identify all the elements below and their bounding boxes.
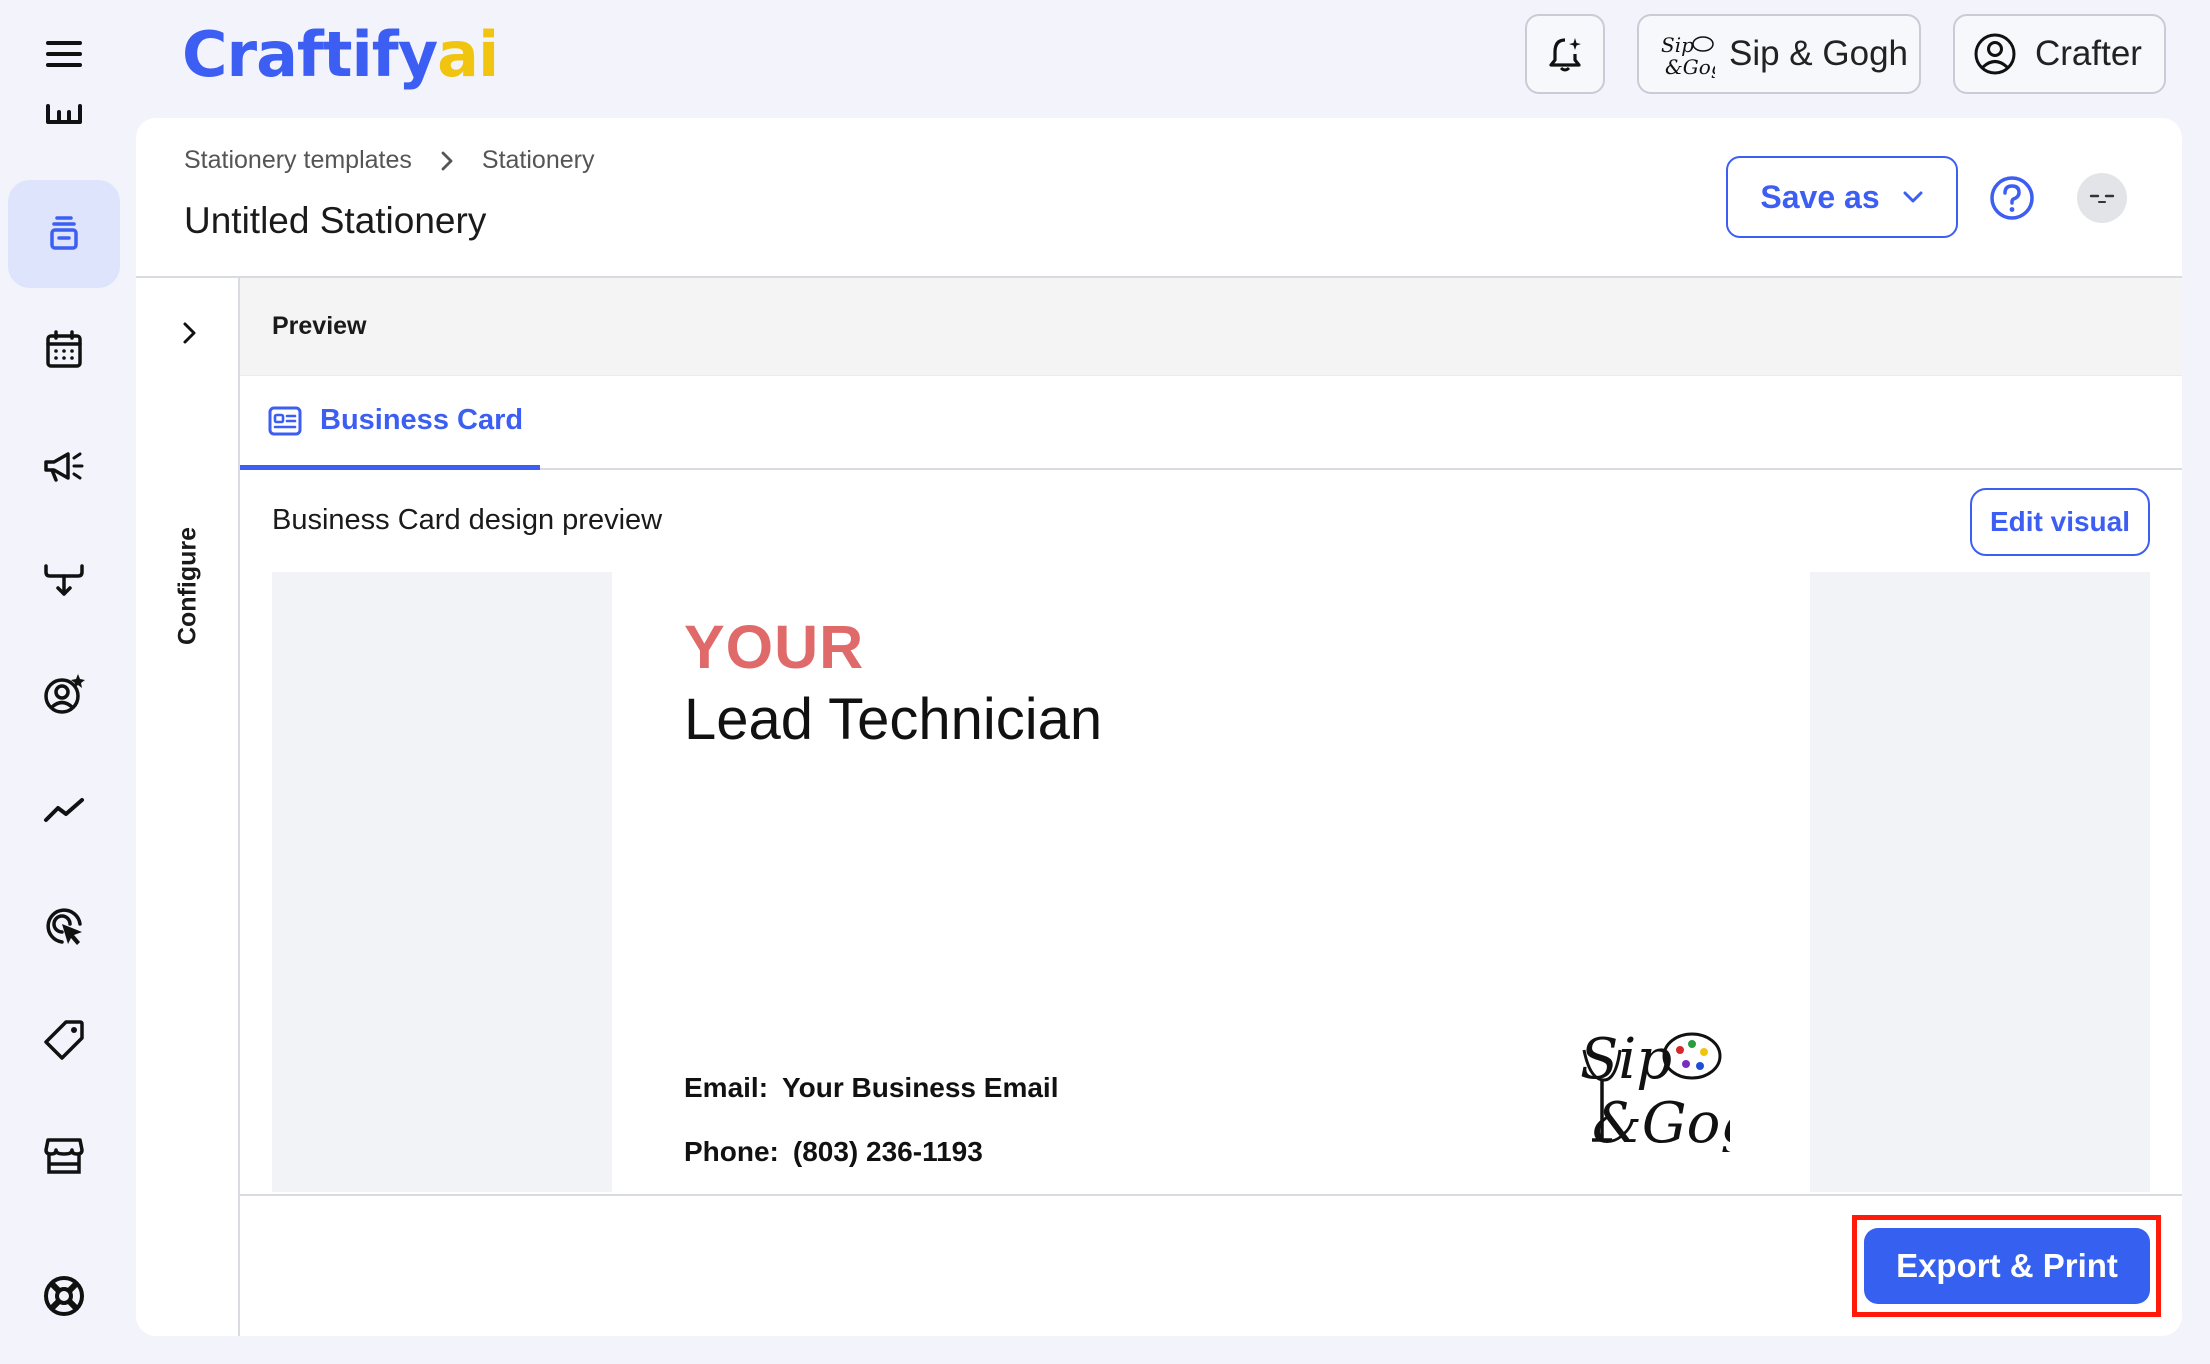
bell-sparkle-icon <box>1549 38 1581 72</box>
sidebar-item-offers[interactable] <box>8 986 120 1094</box>
preview-tabs: Business Card <box>240 376 2182 470</box>
preview-section-header: Preview <box>240 278 2182 376</box>
sip-and-gogh-logo-icon: Sip &Gogh <box>1580 1027 1730 1152</box>
hamburger-menu-icon[interactable] <box>40 34 90 74</box>
sidebar-item-calendar[interactable] <box>8 296 120 404</box>
app-logo[interactable]: Craftify ai <box>182 18 499 98</box>
sip-and-gogh-logo-icon: Sip &Gogh <box>1661 33 1715 78</box>
calendar-icon <box>46 330 82 368</box>
card-phone-value: (803) 236-1193 <box>792 1136 983 1167</box>
lifebuoy-icon <box>44 1276 84 1316</box>
sidebar-item-campaigns[interactable] <box>8 412 120 520</box>
funnel-icon <box>44 564 84 596</box>
expand-configure-button[interactable] <box>178 318 202 348</box>
svg-text:&Gogh: &Gogh <box>1592 1091 1730 1152</box>
id-card-icon <box>268 406 302 435</box>
stationery-stack-icon <box>50 216 78 250</box>
user-menu-button[interactable]: Crafter <box>1953 14 2166 94</box>
preview-label: Preview <box>272 312 367 340</box>
sidebar-item-support[interactable] <box>8 1242 120 1350</box>
card-email-key: Email: <box>684 1072 769 1103</box>
card-phone-key: Phone: <box>684 1136 779 1167</box>
logo-ai-suffix: ai <box>437 18 499 91</box>
configure-label[interactable]: Configure <box>174 527 203 645</box>
design-preview-label: Business Card design preview <box>272 504 663 536</box>
tab-business-card-label: Business Card <box>320 404 524 436</box>
business-switcher-button[interactable]: Sip &Gogh Sip & Gogh <box>1637 14 1921 94</box>
breadcrumb-stationery[interactable]: Stationery <box>482 146 595 175</box>
assistant-avatar[interactable] <box>2077 173 2127 223</box>
building-icon <box>46 104 82 124</box>
megaphone-icon <box>44 452 84 482</box>
svg-text:Sip: Sip <box>1580 1027 1672 1092</box>
export-and-print-button[interactable]: Export & Print <box>1864 1228 2150 1304</box>
tag-icon <box>44 1020 84 1060</box>
sidebar-item-targeting[interactable] <box>8 872 120 980</box>
breadcrumb-stationery-templates[interactable]: Stationery templates <box>184 146 412 175</box>
help-circle-icon <box>1990 176 2034 220</box>
card-first-line: YOUR <box>684 613 865 681</box>
card-job-title: Lead Technician <box>684 687 1103 752</box>
page-title: Untitled Stationery <box>184 200 487 241</box>
business-card-preview: YOUR Lead Technician Email: Your Busines… <box>612 572 1810 1192</box>
user-star-icon <box>44 674 85 714</box>
trend-icon <box>44 798 84 822</box>
card-email-row: Email: Your Business Email <box>684 1072 1059 1104</box>
notifications-button[interactable] <box>1525 14 1605 94</box>
store-icon <box>44 1138 84 1174</box>
card-email-value: Your Business Email <box>782 1072 1059 1103</box>
sidebar-item-store[interactable] <box>8 1102 120 1210</box>
chevron-right-icon <box>441 151 453 170</box>
sleepy-face-icon <box>2089 194 2115 203</box>
tab-business-card[interactable]: Business Card <box>240 376 540 470</box>
chevron-down-icon <box>1903 191 1923 203</box>
breadcrumb: Stationery templates Stationery <box>184 146 594 175</box>
business-name-label: Sip & Gogh <box>1729 34 1908 73</box>
save-as-dropdown-button[interactable]: Save as <box>1726 156 1958 238</box>
logo-wordmark: Craftify <box>182 18 438 91</box>
sidebar-item-contacts[interactable] <box>8 640 120 748</box>
configure-sidebar-collapsed: Configure <box>136 278 240 1336</box>
user-name-label: Crafter <box>2035 34 2142 73</box>
svg-text:&Gogh: &Gogh <box>1665 55 1715 78</box>
sidebar-item-stationery[interactable] <box>8 180 120 288</box>
card-phone-row: Phone: (803) 236-1193 <box>684 1136 983 1168</box>
help-button[interactable] <box>1988 174 2036 222</box>
chevron-right-icon <box>183 322 196 344</box>
footer-divider <box>240 1194 2182 1196</box>
target-cursor-icon <box>46 908 82 945</box>
save-as-label: Save as <box>1760 178 1880 215</box>
edit-visual-button[interactable]: Edit visual <box>1970 488 2150 556</box>
svg-text:Sip: Sip <box>1661 33 1694 57</box>
left-nav-rail <box>0 0 130 1364</box>
user-circle-icon <box>1974 33 2016 75</box>
sidebar-item-analytics[interactable] <box>8 756 120 864</box>
business-card-canvas: YOUR Lead Technician Email: Your Busines… <box>272 572 2150 1192</box>
stationery-editor-panel: Stationery templates Stationery Untitled… <box>136 118 2182 1336</box>
sidebar-item-funnel[interactable] <box>8 526 120 634</box>
sidebar-item-building[interactable] <box>8 80 120 140</box>
editor-header: Stationery templates Stationery Untitled… <box>136 118 2182 278</box>
